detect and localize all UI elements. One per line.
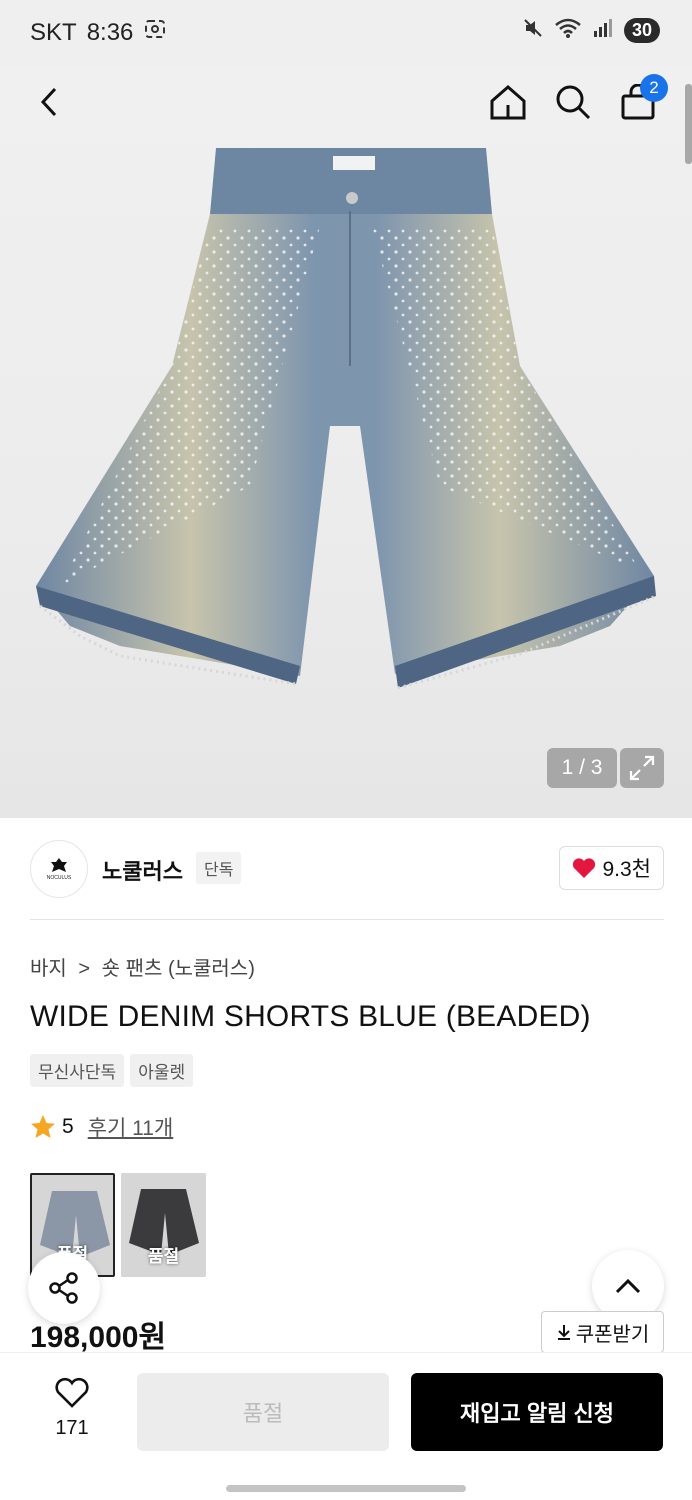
breadcrumb: 바지 > 숏 팬츠 (노쿨러스) — [30, 952, 255, 981]
status-bar: SKT 8:36 30 — [0, 0, 692, 66]
chevron-left-icon — [40, 87, 57, 117]
swatch-black[interactable]: 품절 — [121, 1173, 206, 1277]
bottom-action-bar: 171 품절 재입고 알림 신청 — [0, 1352, 692, 1500]
page-scrollbar[interactable] — [685, 84, 692, 164]
tag-outlet: 아울렛 — [130, 1054, 194, 1087]
brand-like-count: 9.3천 — [602, 858, 651, 881]
breadcrumb-separator: > — [78, 958, 91, 980]
restock-alert-button[interactable]: 재입고 알림 신청 — [411, 1373, 663, 1451]
brand-like-button[interactable]: 9.3천 — [559, 846, 664, 890]
gallery-page-indicator: 1 / 3 — [547, 748, 617, 788]
signal-icon — [592, 17, 614, 44]
product-price: 198,000원 — [30, 1321, 167, 1354]
brand-logo-mark — [51, 858, 67, 872]
product-tags: 무신사단독 아울렛 — [30, 1054, 194, 1087]
home-icon — [490, 85, 526, 120]
wifi-icon — [554, 17, 582, 44]
status-left: SKT 8:36 — [30, 18, 167, 47]
brand-logo-text: NOCULUS — [46, 875, 72, 881]
breadcrumb-category[interactable]: 바지 — [30, 958, 67, 980]
home-button[interactable] — [484, 78, 532, 126]
rating-row: 5 후기 11개 — [30, 1112, 173, 1142]
chevron-up-icon — [615, 1278, 641, 1294]
tag-exclusive: 무신사단독 — [30, 1054, 125, 1087]
product-gallery[interactable]: 2 1 / 3 — [0, 66, 692, 818]
carrier: SKT — [30, 18, 77, 46]
product-image — [36, 148, 657, 690]
swatch-black-soldout: 품절 — [147, 1247, 180, 1266]
home-indicator[interactable] — [226, 1485, 466, 1492]
coupon-button[interactable]: 쿠폰받기 — [541, 1311, 664, 1353]
wishlist-count: 171 — [55, 1417, 89, 1439]
mute-icon — [522, 17, 544, 44]
download-icon — [557, 1325, 570, 1340]
exclusive-badge: 단독 — [196, 852, 242, 884]
wishlist-button[interactable]: 171 — [40, 1377, 104, 1440]
brand-name[interactable]: 노쿨러스 — [102, 854, 183, 886]
back-button[interactable] — [26, 78, 74, 126]
status-right: 30 — [522, 17, 660, 44]
product-title: WIDE DENIM SHORTS BLUE (BEADED) — [30, 1000, 591, 1033]
breadcrumb-subcategory[interactable]: 숏 팬츠 (노쿨러스) — [102, 958, 255, 980]
expand-gallery-button[interactable] — [620, 748, 664, 788]
cart-count-badge: 2 — [640, 74, 668, 102]
rating-value: 5 — [62, 1115, 74, 1138]
brand-logo[interactable]: NOCULUS — [30, 840, 88, 898]
divider — [30, 919, 664, 920]
top-nav: 2 — [0, 66, 692, 138]
share-icon — [49, 1272, 78, 1304]
heart-outline-icon — [55, 1377, 89, 1408]
reviews-link[interactable]: 후기 11개 — [88, 1112, 174, 1142]
brand-row: NOCULUS 노쿨러스 단독 9.3천 — [30, 838, 664, 900]
search-icon — [556, 85, 591, 120]
search-button[interactable] — [549, 78, 597, 126]
expand-icon — [629, 755, 655, 781]
star-icon — [31, 1115, 55, 1138]
coupon-label: 쿠폰받기 — [575, 1323, 650, 1346]
screenshot-icon — [143, 18, 167, 47]
battery-indicator: 30 — [623, 18, 660, 43]
soldout-button[interactable]: 품절 — [137, 1373, 389, 1451]
heart-filled-icon — [573, 858, 596, 878]
cart-button[interactable]: 2 — [614, 74, 668, 126]
clock: 8:36 — [86, 18, 134, 46]
